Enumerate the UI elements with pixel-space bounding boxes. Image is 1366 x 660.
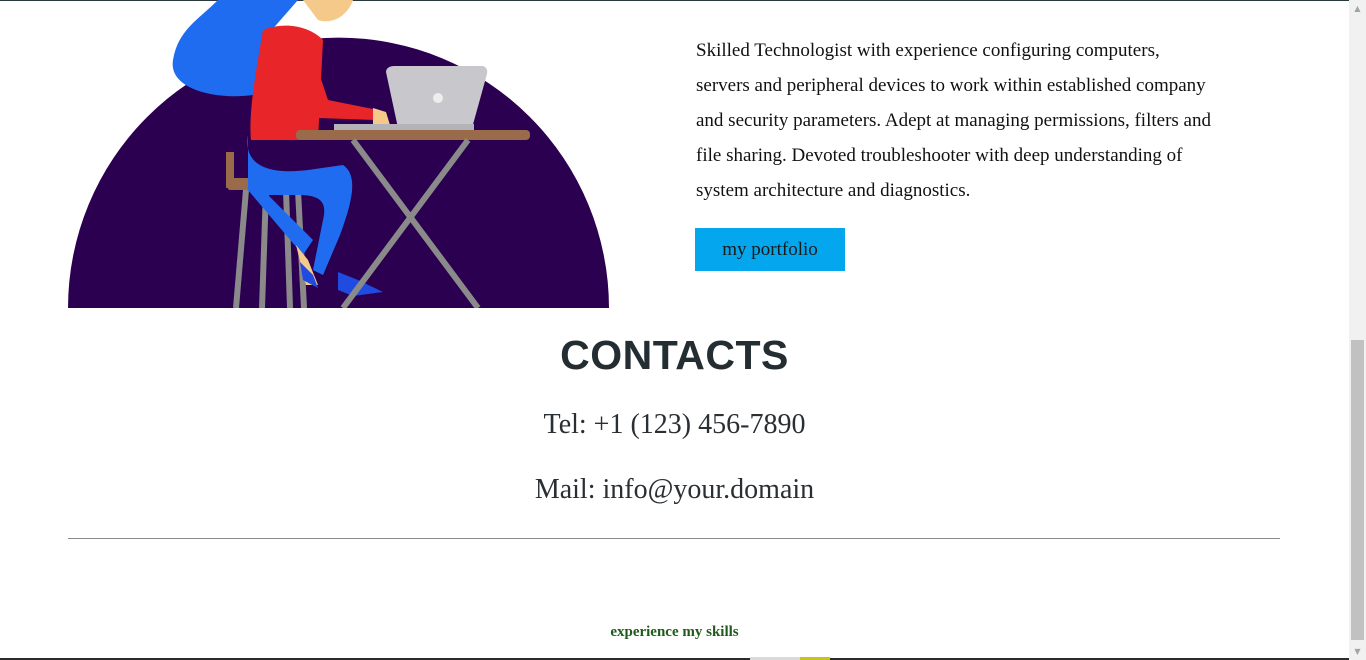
section-divider [68,538,1280,539]
about-text: Skilled Technologist with experience con… [696,33,1256,208]
portfolio-button[interactable]: my portfolio [695,228,845,271]
about-line: and security parameters. Adept at managi… [696,110,1211,131]
triangle-up-icon[interactable]: ▲ [1349,0,1366,17]
footer-link-experience[interactable]: experience my skills [0,624,1349,641]
contacts-heading: CONTACTS [560,332,789,378]
about-line: Skilled Technologist with experience con… [696,40,1160,61]
scrollbar-thumb[interactable] [1351,340,1364,640]
hero-illustration [68,0,609,308]
vertical-scrollbar[interactable]: ▲ ▼ [1349,0,1366,660]
about-line: servers and peripheral devices to work w… [696,75,1206,96]
contact-phone: Tel: +1 (123) 456-7890 [543,409,806,440]
triangle-down-icon[interactable]: ▼ [1349,643,1366,660]
contact-email: Mail: info@your.domain [534,474,815,505]
about-line: system architecture and diagnostics. [696,180,971,201]
about-line: file sharing. Devoted troubleshooter wit… [696,145,1183,166]
